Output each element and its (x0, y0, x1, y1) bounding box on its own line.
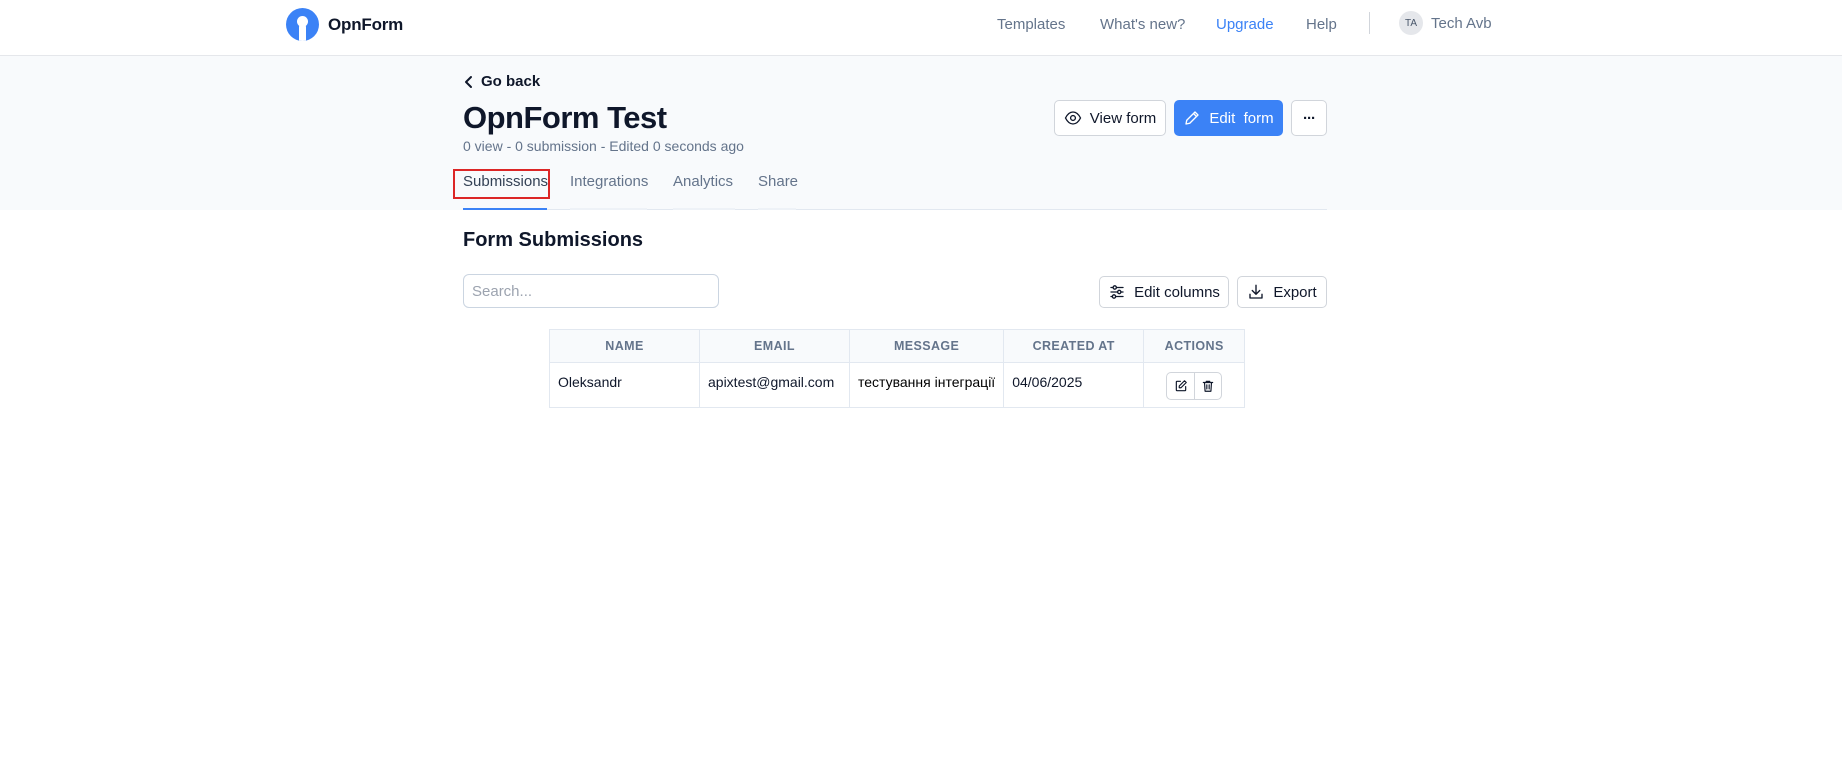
search-input[interactable] (463, 274, 719, 308)
form-meta: 0 view - 0 submission - Edited 0 seconds… (463, 138, 744, 154)
edit-icon (1175, 380, 1187, 392)
nav-link-help[interactable]: Help (1306, 16, 1337, 33)
edit-form-label: Edit form (1209, 109, 1274, 127)
pencil-icon (1185, 111, 1200, 125)
nav-link-whats-new[interactable]: What's new? (1100, 16, 1185, 33)
nav-link-upgrade[interactable]: Upgrade (1216, 16, 1274, 33)
column-header-actions: ACTIONS (1143, 329, 1246, 363)
view-form-button[interactable]: View form (1054, 100, 1166, 136)
download-icon (1249, 284, 1263, 299)
column-header-email[interactable]: EMAIL (699, 329, 850, 363)
delete-submission-button[interactable] (1194, 373, 1221, 399)
column-header-name[interactable]: NAME (549, 329, 700, 363)
form-tabs: Submissions Integrations Analytics Share (463, 168, 1327, 210)
go-back-label: Go back (481, 73, 541, 90)
section-title: Form Submissions (463, 229, 644, 251)
export-label: Export (1273, 283, 1317, 301)
brand-logo[interactable]: OpnForm (286, 8, 403, 41)
tab-analytics[interactable]: Analytics (673, 173, 733, 190)
edit-columns-label: Edit columns (1134, 283, 1220, 301)
tab-indicator-ghost (570, 208, 647, 210)
top-nav: OpnForm Templates What's new? Upgrade He… (0, 0, 1842, 56)
tab-indicator-ghost (673, 208, 735, 210)
nav-link-templates[interactable]: Templates (997, 16, 1065, 33)
tab-indicator-ghost (758, 208, 796, 210)
chevron-left-icon (465, 75, 472, 88)
user-name: Tech Avb (1431, 14, 1492, 32)
more-options-button[interactable]: ··· (1291, 100, 1327, 136)
submissions-table: NAME EMAIL MESSAGE CREATED AT ACTIONS Ol… (549, 329, 1246, 408)
tab-integrations[interactable]: Integrations (570, 173, 648, 190)
table-row: Oleksandr apixtest@gmail.com тестування … (549, 362, 1246, 408)
edit-submission-button[interactable] (1167, 373, 1194, 399)
go-back-link[interactable]: Go back (463, 73, 540, 90)
page-title: OpnForm Test (463, 100, 667, 135)
cell-created-at: 04/06/2025 (1003, 362, 1145, 408)
active-tab-indicator (463, 208, 547, 210)
cell-message: тестування інтеграції (848, 362, 1005, 408)
ellipsis-icon: ··· (1303, 109, 1316, 127)
trash-icon (1202, 380, 1214, 392)
table-header-row: NAME EMAIL MESSAGE CREATED AT ACTIONS (549, 329, 1246, 363)
row-actions (1166, 372, 1223, 400)
column-header-created-at[interactable]: CREATED AT (1003, 329, 1145, 363)
edit-form-button[interactable]: Edit form (1174, 100, 1283, 136)
view-form-label: View form (1089, 109, 1157, 127)
eye-icon (1064, 111, 1082, 125)
edit-columns-button[interactable]: Edit columns (1099, 276, 1229, 308)
cell-name: Oleksandr (549, 362, 700, 408)
cell-email: apixtest@gmail.com (699, 362, 850, 408)
column-header-message[interactable]: MESSAGE (848, 329, 1005, 363)
logo-icon (286, 8, 319, 41)
nav-divider (1369, 12, 1370, 34)
highlight-box (453, 169, 550, 199)
tab-share[interactable]: Share (758, 173, 798, 190)
export-button[interactable]: Export (1237, 276, 1327, 308)
sliders-icon (1110, 285, 1124, 299)
avatar: TA (1399, 11, 1423, 35)
user-menu[interactable]: TA Tech Avb (1399, 11, 1492, 35)
brand-name: OpnForm (328, 14, 404, 34)
cell-actions (1143, 362, 1246, 408)
